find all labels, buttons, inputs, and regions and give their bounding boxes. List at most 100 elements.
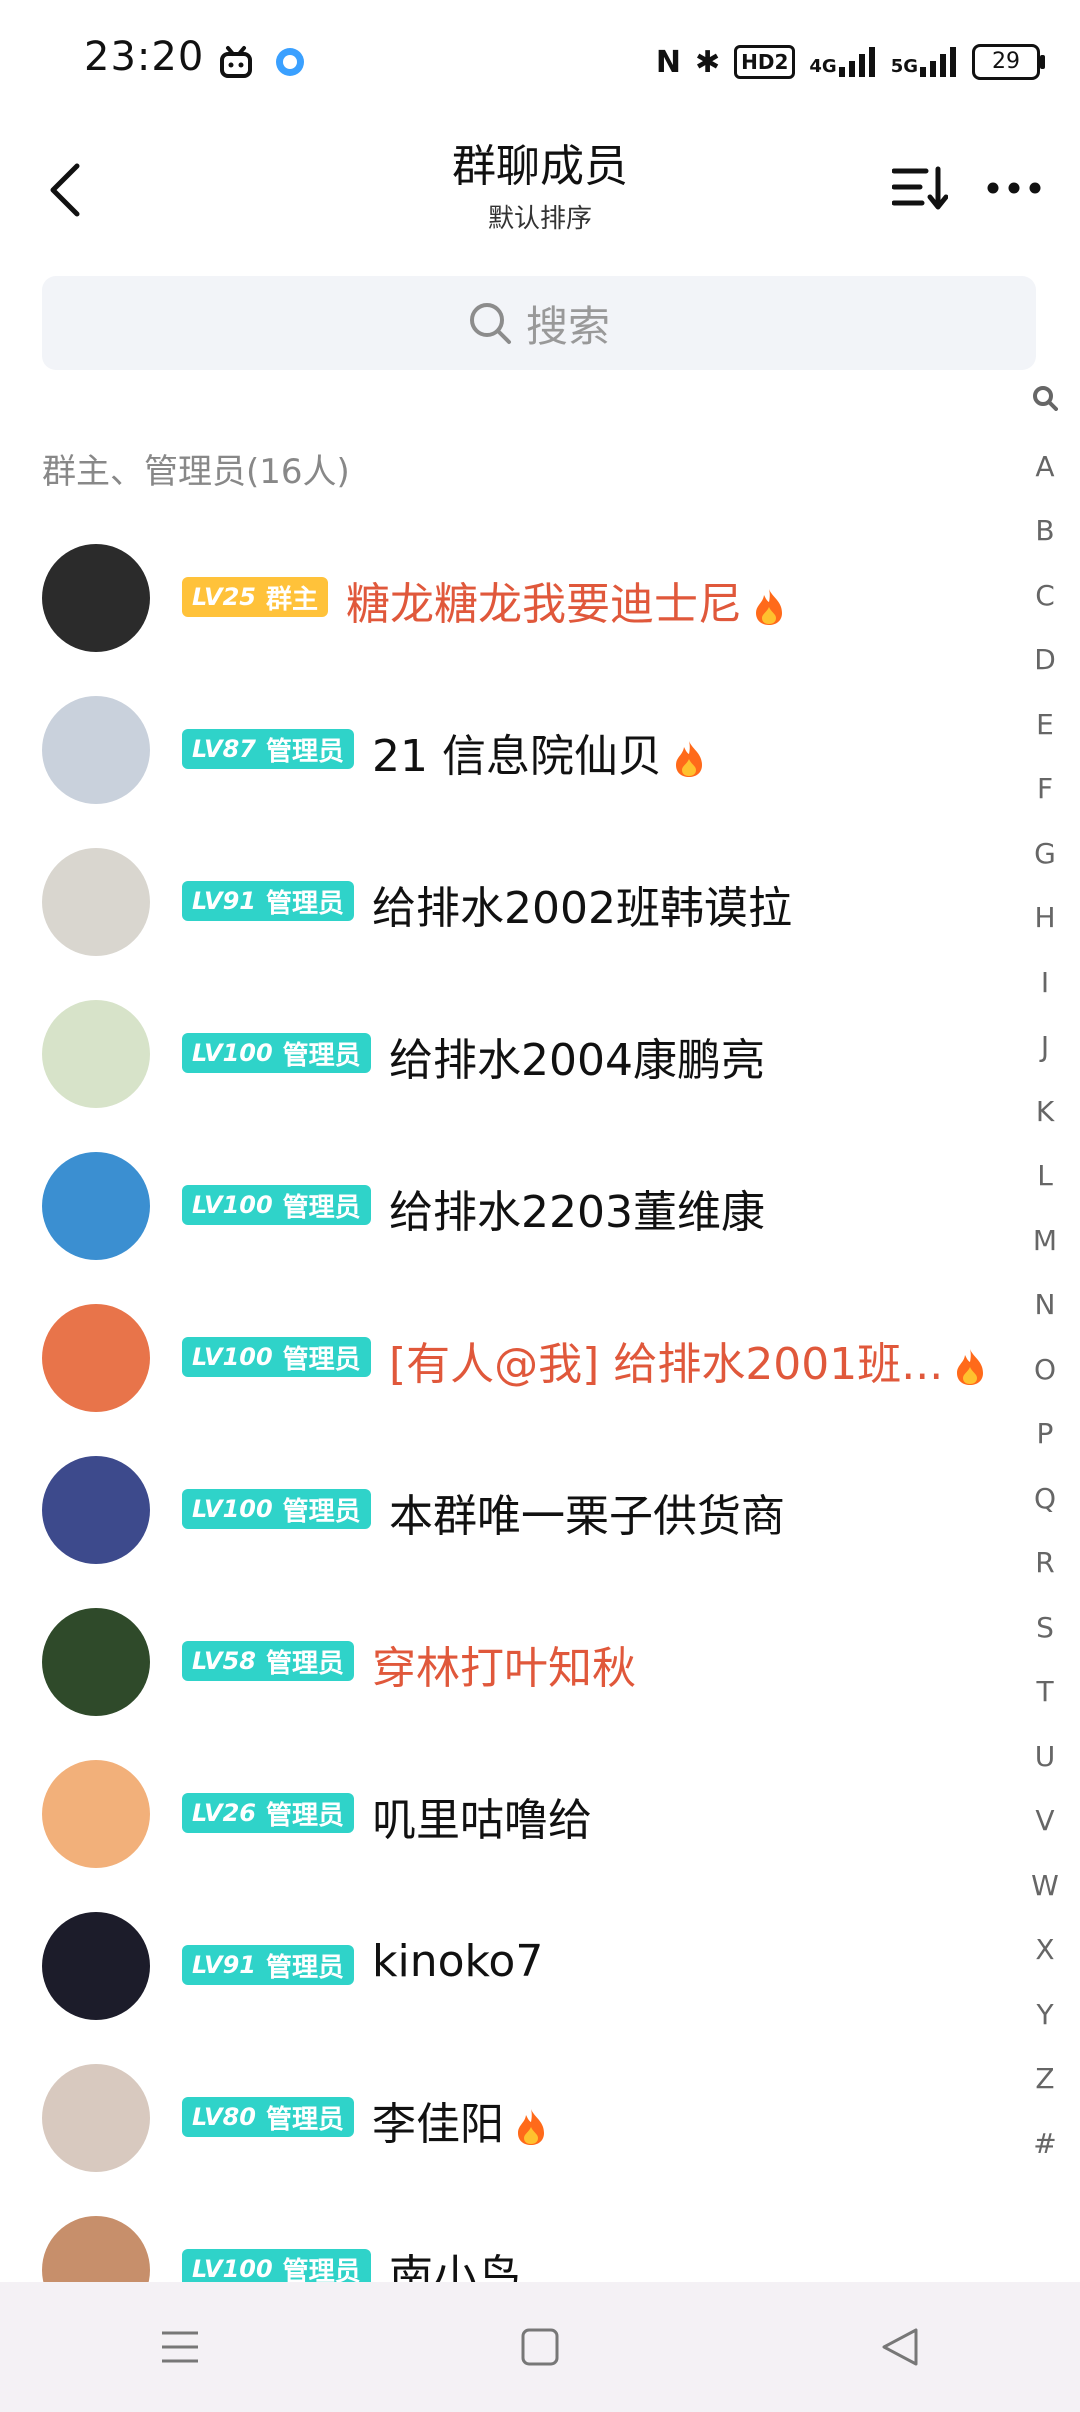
nav-home-button[interactable] [480, 2297, 600, 2397]
index-letter[interactable]: X [1010, 1918, 1080, 1983]
level-label: LV87 [192, 735, 256, 763]
member-row[interactable]: LV100 管理员 本群唯一栗子供货商 [0, 1434, 1010, 1586]
index-letter[interactable]: A [1010, 435, 1080, 500]
member-name: 给排水2203董维康 [389, 1176, 765, 1240]
role-badge: LV25 群主 [182, 577, 328, 617]
member-name: 本群唯一栗子供货商 [389, 1480, 785, 1544]
index-letter[interactable]: W [1010, 1854, 1080, 1919]
avatar[interactable] [42, 1608, 150, 1716]
member-name: kinoko7 [372, 1936, 543, 1987]
member-row[interactable]: LV100 管理员 [有人@我] 给排水2001班... [0, 1282, 1010, 1434]
member-name-text: [有人@我] 给排水2001班... [389, 1339, 944, 1390]
avatar[interactable] [42, 1912, 150, 2020]
level-label: LV100 [192, 1039, 273, 1067]
avatar[interactable] [42, 1456, 150, 1564]
index-letter[interactable]: N [1010, 1273, 1080, 1338]
member-row[interactable]: LV91 管理员 给排水2002班韩谟拉 [0, 826, 1010, 978]
member-name-text: 糖龙糖龙我要迪士尼 [346, 579, 742, 630]
index-letter[interactable]: D [1010, 628, 1080, 693]
alphabet-index[interactable]: A B C D E F G H I J K L M N O P Q R S T U V W X Y Z # [1010, 370, 1080, 2176]
member-name-text: 给排水2002班韩谟拉 [372, 883, 792, 934]
avatar[interactable] [42, 2064, 150, 2172]
member-name-text: 本群唯一栗子供货商 [389, 1491, 785, 1542]
index-letter[interactable]: H [1010, 886, 1080, 951]
search-placeholder: 搜索 [525, 301, 610, 351]
role-label: 管理员 [265, 736, 344, 767]
index-letter[interactable]: O [1010, 1338, 1080, 1403]
avatar[interactable] [42, 1760, 150, 1868]
role-label: 管理员 [282, 1344, 361, 1375]
square-icon [521, 2328, 559, 2366]
index-letter[interactable]: B [1010, 499, 1080, 564]
index-search-icon[interactable] [1010, 370, 1080, 435]
search-input[interactable]: 搜索 [42, 276, 1036, 370]
index-letter[interactable]: L [1010, 1144, 1080, 1209]
role-badge: LV87 管理员 [182, 729, 354, 769]
index-letter[interactable]: K [1010, 1080, 1080, 1145]
role-label: 管理员 [282, 1192, 361, 1223]
level-label: LV100 [192, 1343, 273, 1371]
index-letter[interactable]: P [1010, 1402, 1080, 1467]
index-letter[interactable]: I [1010, 951, 1080, 1016]
section-title: 群主、管理员(16人) [42, 452, 350, 492]
role-label: 管理员 [282, 1040, 361, 1071]
nav-menu-button[interactable] [120, 2297, 240, 2397]
member-row[interactable]: LV100 管理员 给排水2004康鹏亮 [0, 978, 1010, 1130]
role-badge: LV100 管理员 [182, 1185, 371, 1225]
index-letter[interactable]: R [1010, 1531, 1080, 1596]
avatar[interactable] [42, 1152, 150, 1260]
member-name: 给排水2002班韩谟拉 [372, 872, 792, 936]
index-letter[interactable]: T [1010, 1660, 1080, 1725]
member-row[interactable]: LV25 群主 糖龙糖龙我要迪士尼 [0, 522, 1010, 674]
avatar[interactable] [42, 1000, 150, 1108]
member-name: 糖龙糖龙我要迪士尼 [346, 568, 786, 632]
index-letter[interactable]: Y [1010, 1983, 1080, 2048]
member-row[interactable]: LV26 管理员 叽里咕噜给 [0, 1738, 1010, 1890]
more-button[interactable] [974, 148, 1054, 228]
fire-icon [756, 589, 782, 625]
signal-4g-icon: 4G [809, 47, 876, 77]
avatar[interactable] [42, 1304, 150, 1412]
bluetooth-icon: ✱ [694, 44, 721, 80]
avatar[interactable] [42, 544, 150, 652]
more-dots-icon [987, 182, 1041, 194]
fire-icon [675, 741, 702, 777]
index-letter[interactable]: G [1010, 822, 1080, 887]
index-letter[interactable]: U [1010, 1725, 1080, 1790]
member-name: [有人@我] 给排水2001班... [389, 1328, 987, 1392]
role-label: 管理员 [282, 1496, 361, 1527]
index-letter[interactable]: # [1010, 2112, 1080, 2177]
index-letter[interactable]: Z [1010, 2047, 1080, 2112]
avatar[interactable] [42, 696, 150, 804]
sort-button[interactable] [880, 148, 960, 228]
level-label: LV80 [192, 2103, 256, 2131]
nav-back-button[interactable] [840, 2297, 960, 2397]
index-letter[interactable]: M [1010, 1209, 1080, 1274]
member-list: LV25 群主 糖龙糖龙我要迪士尼 LV87 管理员 21 信息院仙贝 LV91 管理员 给排水… [0, 522, 1010, 2346]
member-row[interactable]: LV91 管理员 kinoko7 [0, 1890, 1010, 2042]
member-row[interactable]: LV80 管理员 李佳阳 [0, 2042, 1010, 2194]
triangle-back-icon [882, 2328, 918, 2366]
sort-icon [892, 166, 948, 210]
battery-icon: 29 [972, 44, 1045, 80]
member-name-text: 穿林打叶知秋 [372, 1643, 636, 1694]
signal-5g-icon: 5G [891, 47, 958, 77]
member-name-text: 21 信息院仙贝 [372, 731, 662, 782]
index-letter[interactable]: V [1010, 1789, 1080, 1854]
index-letter[interactable]: S [1010, 1596, 1080, 1661]
member-name-text: 给排水2004康鹏亮 [389, 1035, 765, 1086]
index-letter[interactable]: C [1010, 564, 1080, 629]
member-row[interactable]: LV58 管理员 穿林打叶知秋 [0, 1586, 1010, 1738]
avatar[interactable] [42, 848, 150, 956]
index-letter[interactable]: E [1010, 693, 1080, 758]
status-icons: N ✱ HD2 4G 5G 29 [656, 38, 1045, 86]
role-label: 管理员 [265, 888, 344, 919]
role-badge: LV91 管理员 [182, 1945, 354, 1985]
search-icon [469, 303, 511, 344]
index-letter[interactable]: Q [1010, 1467, 1080, 1532]
member-name-text: 给排水2203董维康 [389, 1187, 765, 1238]
member-row[interactable]: LV100 管理员 给排水2203董维康 [0, 1130, 1010, 1282]
index-letter[interactable]: F [1010, 757, 1080, 822]
member-row[interactable]: LV87 管理员 21 信息院仙贝 [0, 674, 1010, 826]
index-letter[interactable]: J [1010, 1015, 1080, 1080]
